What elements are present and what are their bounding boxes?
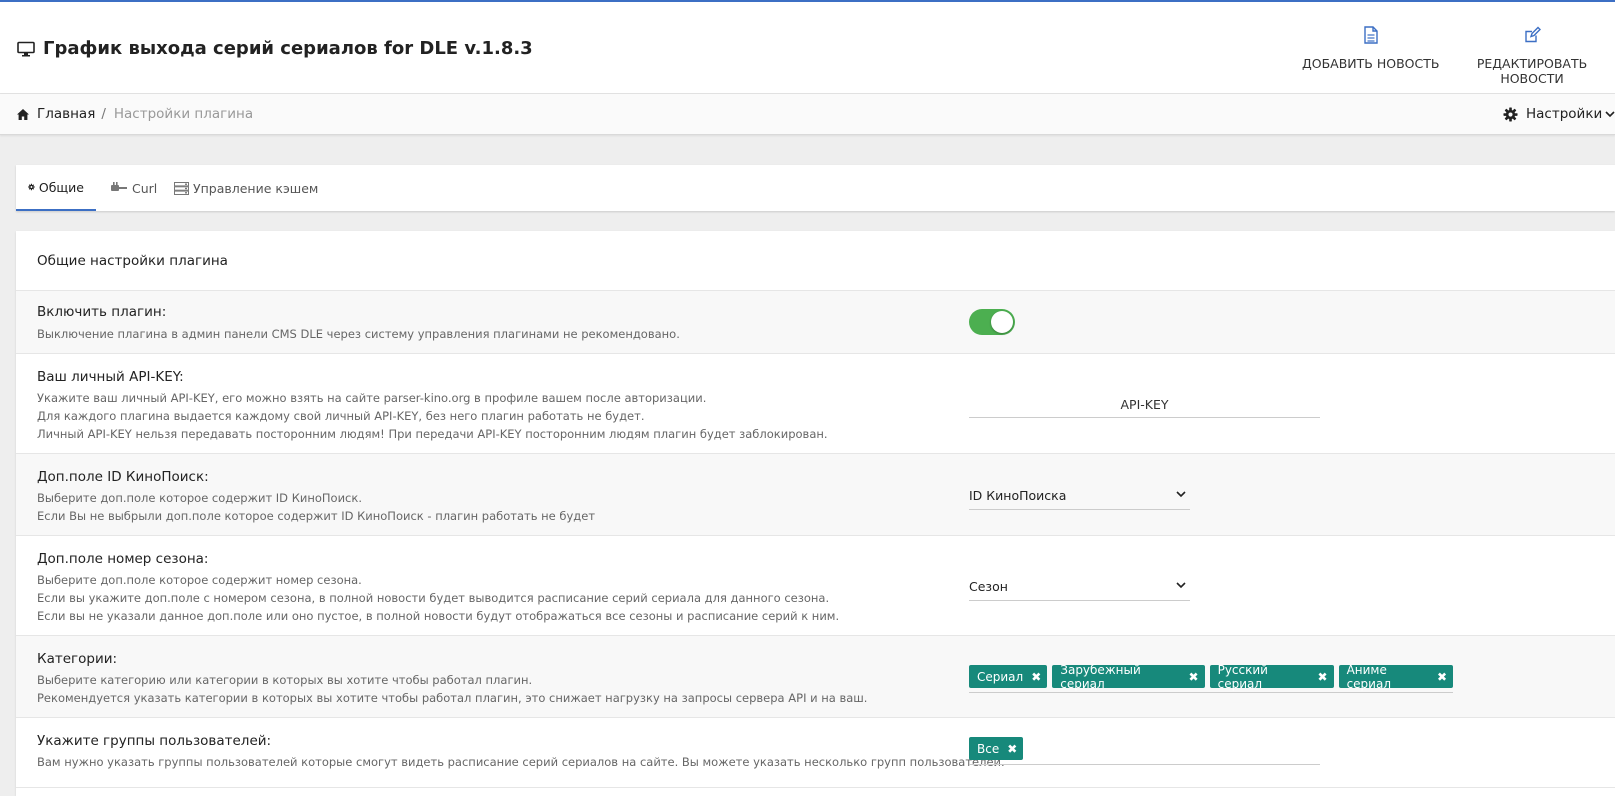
desc-line: Выберите доп.поле которое содержит номер… <box>37 573 362 587</box>
setting-label: Доп.поле ID КиноПоиск: <box>37 469 209 485</box>
setting-desc: Выберите категорию или категории в котор… <box>37 671 867 707</box>
desc-line: Если вы не указали данное доп.поле или о… <box>37 609 840 623</box>
setting-desc: Вам нужно указать группы пользователей к… <box>37 753 1005 771</box>
edit-news-button[interactable]: РЕДАКТИРОВАТЬ НОВОСТИ <box>1449 26 1615 86</box>
tab-cache-label: Управление кэшем <box>193 180 319 196</box>
tab-cache[interactable]: Управление кэшем <box>169 165 323 211</box>
panel-title: Общие настройки плагина <box>16 231 1615 291</box>
category-tag: Аниме сериал ✖ <box>1338 662 1454 691</box>
server-icon <box>174 181 189 195</box>
tab-general-label: Общие <box>38 179 84 195</box>
desc-line: Выберите категорию или категории в котор… <box>37 673 533 687</box>
breadcrumb-home-label: Главная <box>37 106 96 122</box>
setting-label: Укажите группы пользователей: <box>37 733 272 749</box>
setting-label: Доп.поле номер сезона: <box>37 551 209 567</box>
desc-line: Выберите доп.поле которое содержит ID Ки… <box>37 491 362 505</box>
remove-tag-icon[interactable]: ✖ <box>1031 670 1041 684</box>
category-tag: Сериал ✖ <box>969 665 1048 688</box>
plug-icon <box>111 182 127 191</box>
user-groups-multiselect[interactable]: Все ✖ <box>969 737 1320 765</box>
add-news-label: ДОБАВИТЬ НОВОСТЬ <box>1302 56 1440 71</box>
category-tag: Зарубежный сериал ✖ <box>1052 662 1205 691</box>
setting-row-user-groups: Укажите группы пользователей: Вам нужно … <box>16 718 1615 788</box>
breadcrumb-current: Настройки плагина <box>113 106 254 122</box>
page-title: График выхода серий сериалов for DLE v.1… <box>17 38 533 59</box>
kinopoisk-field-select[interactable]: ID КиноПоиска <box>969 484 1190 510</box>
season-field-select[interactable]: Сезон <box>969 575 1190 601</box>
add-news-button[interactable]: ДОБАВИТЬ НОВОСТЬ <box>1302 26 1439 71</box>
monitor-icon <box>17 41 35 56</box>
page-header: График выхода серий сериалов for DLE v.1… <box>0 2 1615 94</box>
remove-tag-icon[interactable]: ✖ <box>1437 670 1447 684</box>
settings-label: Настройки <box>1526 106 1603 122</box>
tab-curl[interactable]: Curl <box>105 165 162 211</box>
tab-general[interactable]: Общие <box>16 165 96 211</box>
desc-line: Укажите ваш личный API-KEY, его можно вз… <box>37 391 707 405</box>
tab-curl-label: Curl <box>132 180 158 196</box>
setting-desc: Выберите доп.поле которое содержит ID Ки… <box>37 489 595 525</box>
enable-plugin-toggle[interactable] <box>969 309 1015 335</box>
settings-tabs: Общие Curl Управление кэшем <box>16 165 1615 211</box>
desc-line: Для каждого плагина выдается каждому сво… <box>37 409 645 423</box>
setting-row-enable: Включить плагин: Выключение плагина в ад… <box>16 291 1615 354</box>
desc-line: Если Вы не выбрыли доп.поле которое соде… <box>37 509 596 523</box>
edit-icon <box>1524 26 1541 43</box>
desc-line: Вам нужно указать группы пользователей к… <box>37 755 1005 769</box>
chevron-down-icon <box>1605 111 1615 118</box>
breadcrumb-home[interactable]: Главная / Настройки плагина <box>17 106 253 122</box>
chevron-down-icon <box>1176 491 1186 498</box>
categories-multiselect[interactable]: Сериал ✖ Зарубежный сериал ✖ Русский сериа… <box>969 662 1454 693</box>
document-icon <box>1364 26 1378 44</box>
breadcrumb-separator: / <box>101 106 106 122</box>
toggle-knob <box>991 311 1013 333</box>
api-key-input[interactable] <box>969 392 1320 418</box>
gear-icon <box>1503 106 1518 122</box>
gear-icon <box>28 183 35 191</box>
edit-news-label: РЕДАКТИРОВАТЬ НОВОСТИ <box>1476 56 1588 86</box>
setting-label: Категории: <box>37 651 118 667</box>
setting-desc: Выберите доп.поле которое содержит номер… <box>37 571 839 625</box>
setting-desc: Укажите ваш личный API-KEY, его можно вз… <box>37 389 828 443</box>
breadcrumb: Главная / Настройки плагина Настройки <box>0 94 1615 135</box>
setting-label: Ваш личный API-KEY: <box>37 369 184 385</box>
remove-tag-icon[interactable]: ✖ <box>1189 670 1199 684</box>
setting-row-kinopoisk: Доп.поле ID КиноПоиск: Выберите доп.поле… <box>16 454 1615 536</box>
setting-row-api-key: Ваш личный API-KEY: Укажите ваш личный A… <box>16 354 1615 454</box>
category-tag: Русский сериал ✖ <box>1209 662 1334 691</box>
settings-dropdown[interactable]: Настройки <box>1503 106 1615 122</box>
chevron-down-icon <box>1176 582 1186 589</box>
desc-line: Если вы укажите доп.поле с номером сезон… <box>37 591 830 605</box>
general-settings-panel: Общие настройки плагина Включить плагин:… <box>16 231 1615 796</box>
home-icon <box>17 108 29 120</box>
page-title-text: График выхода серий сериалов for DLE v.1… <box>43 38 533 59</box>
desc-line: Рекомендуется указать категории в которы… <box>37 691 868 705</box>
tag-label: Аниме сериал <box>1346 662 1391 691</box>
tag-label: Русский сериал <box>1217 662 1268 691</box>
tag-label: Сериал <box>977 669 1024 684</box>
remove-tag-icon[interactable]: ✖ <box>1318 670 1328 684</box>
remove-tag-icon[interactable]: ✖ <box>1007 742 1017 756</box>
select-value: ID КиноПоиска <box>969 488 1067 503</box>
desc-line: Выключение плагина в админ панели CMS DL… <box>37 327 680 341</box>
select-value: Сезон <box>969 579 1008 594</box>
setting-label: Включить плагин: <box>37 304 167 320</box>
setting-desc: Выключение плагина в админ панели CMS DL… <box>37 325 680 343</box>
tag-label: Все <box>977 741 1000 756</box>
desc-line: Личный API-KEY нельзя передавать посторо… <box>37 427 828 441</box>
setting-row-categories: Категории: Выберите категорию или катего… <box>16 636 1615 718</box>
setting-row-season: Доп.поле номер сезона: Выберите доп.поле… <box>16 536 1615 636</box>
tag-label: Зарубежный сериал <box>1060 662 1141 691</box>
group-tag: Все ✖ <box>969 737 1024 760</box>
